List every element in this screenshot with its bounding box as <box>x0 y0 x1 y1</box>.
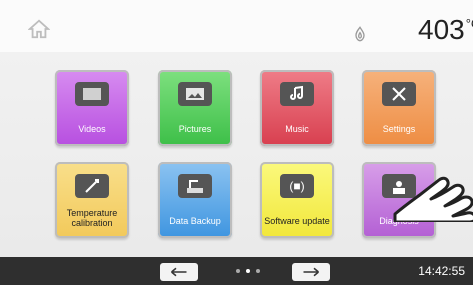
oven-touchscreen: 403°C Videos Pictures Music S <box>0 0 473 285</box>
settings-label: Settings <box>382 124 416 134</box>
data-backup-icon <box>178 174 212 198</box>
arrow-right-icon <box>303 267 319 277</box>
temperature-calibration-tile[interactable]: Temperature calibration <box>55 162 129 238</box>
data-backup-tile[interactable]: Data Backup <box>158 162 232 238</box>
page-dot-1 <box>236 269 240 273</box>
temperature-value: 403 <box>418 14 465 45</box>
next-page-button[interactable] <box>292 263 330 281</box>
pictures-tile[interactable]: Pictures <box>158 70 232 146</box>
bottom-navigation: 14:42:55 <box>0 257 473 285</box>
temperature-unit: °C <box>465 16 473 31</box>
music-icon <box>280 82 314 106</box>
hand-pointer-icon <box>393 176 473 222</box>
videos-tile[interactable]: Videos <box>55 70 129 146</box>
calibration-icon <box>75 174 109 198</box>
data-backup-label: Data Backup <box>169 216 221 226</box>
menu-grid: Videos Pictures Music Settings Temperatu… <box>0 52 473 257</box>
music-label: Music <box>285 124 309 134</box>
temperature-readout: 403°C <box>418 14 473 46</box>
page-dot-3 <box>256 269 260 273</box>
clock-time: 14:42:55 <box>418 264 465 278</box>
tools-icon <box>382 82 416 106</box>
svg-text:(■): (■) <box>289 179 304 193</box>
videos-label: Videos <box>78 124 106 134</box>
previous-page-button[interactable] <box>160 263 198 281</box>
pictures-label: Pictures <box>178 124 212 134</box>
music-tile[interactable]: Music <box>260 70 334 146</box>
home-icon[interactable] <box>28 18 50 40</box>
page-indicator <box>236 269 260 273</box>
software-update-icon: (■) <box>280 174 314 198</box>
pictures-icon <box>178 82 212 106</box>
page-dot-2 <box>246 269 250 273</box>
video-icon <box>75 82 109 106</box>
settings-tile[interactable]: Settings <box>362 70 436 146</box>
arrow-left-icon <box>171 267 187 277</box>
software-update-label: Software update <box>264 216 330 226</box>
software-update-tile[interactable]: (■) Software update <box>260 162 334 238</box>
status-bar: 403°C <box>0 0 473 53</box>
flame-icon <box>355 26 365 42</box>
temperature-calibration-label: Temperature calibration <box>66 208 118 228</box>
